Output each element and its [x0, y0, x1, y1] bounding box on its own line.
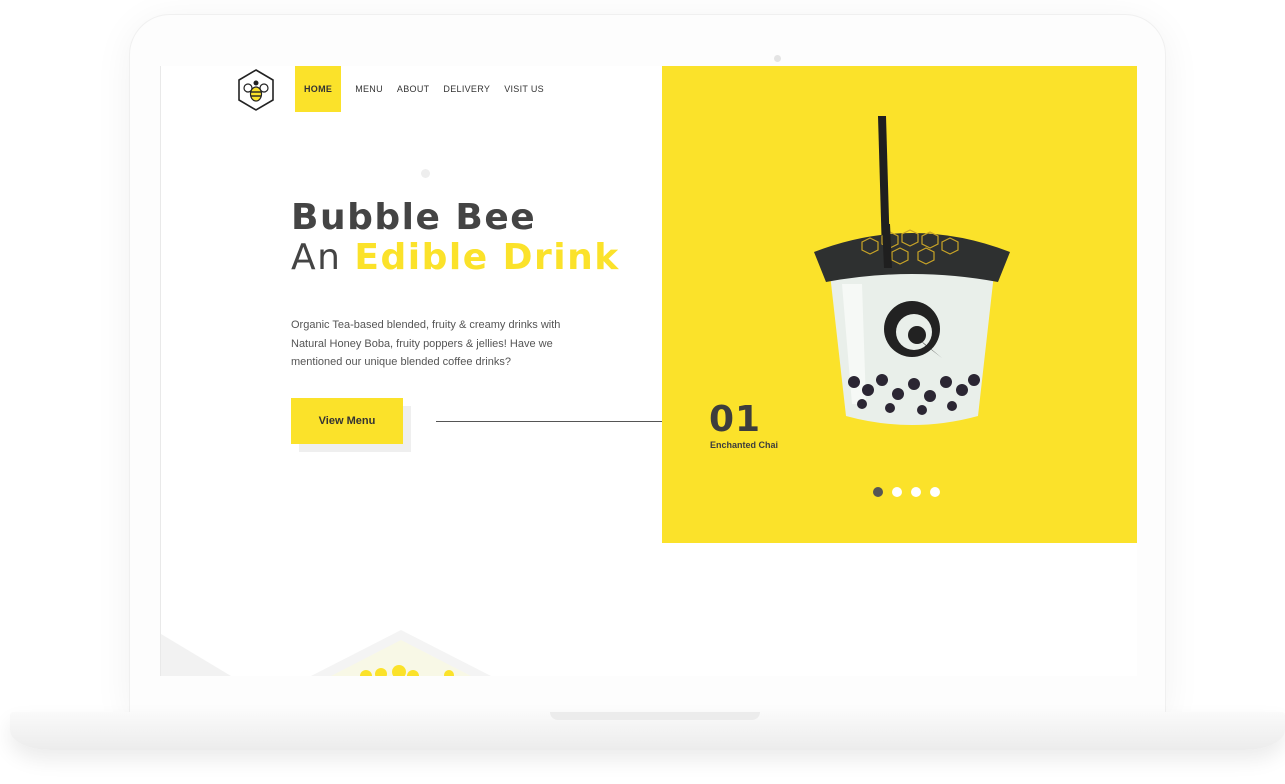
slider-dot-1[interactable]: [873, 487, 883, 497]
slider-dot-4[interactable]: [930, 487, 940, 497]
hero-subtitle-accent: Edible Drink: [354, 237, 620, 278]
hero-subtitle-prefix: An: [291, 237, 355, 278]
main-nav: HOME MENU ABOUT DELIVERY VISIT US: [295, 66, 551, 112]
slider-dots: [873, 487, 940, 497]
bubble-tea-cup-image: [814, 116, 1010, 425]
nav-about[interactable]: ABOUT: [390, 66, 437, 112]
nav-home[interactable]: HOME: [295, 66, 342, 112]
product-slider: 01 Enchanted Chai: [662, 66, 1137, 543]
hero-description: Organic Tea-based blended, fruity & crea…: [291, 319, 561, 368]
nav-menu[interactable]: MENU: [348, 66, 390, 112]
website-screen: HOME MENU ABOUT DELIVERY VISIT US Bubble…: [160, 66, 1137, 676]
connector-line: [436, 421, 684, 422]
view-menu-button[interactable]: View Menu: [291, 398, 403, 444]
hero-title: Bubble Bee: [291, 197, 537, 238]
nav-visit-us[interactable]: VISIT US: [497, 66, 551, 112]
honeycomb-decoration: [161, 630, 491, 676]
slider-dot-3[interactable]: [911, 487, 921, 497]
laptop-base: [10, 712, 1285, 750]
page: HOME MENU ABOUT DELIVERY VISIT US Bubble…: [0, 0, 1285, 784]
hero-subtitle: An Edible Drink: [291, 238, 620, 278]
decorative-dot: [421, 169, 430, 178]
nav-delivery[interactable]: DELIVERY: [436, 66, 497, 112]
slide-product-name: Enchanted Chai: [710, 440, 779, 450]
bee-logo-icon[interactable]: [237, 68, 275, 112]
laptop-notch: [550, 712, 760, 720]
laptop-camera: [774, 55, 781, 62]
slide-number: 01: [709, 399, 762, 440]
slider-dot-2[interactable]: [892, 487, 902, 497]
